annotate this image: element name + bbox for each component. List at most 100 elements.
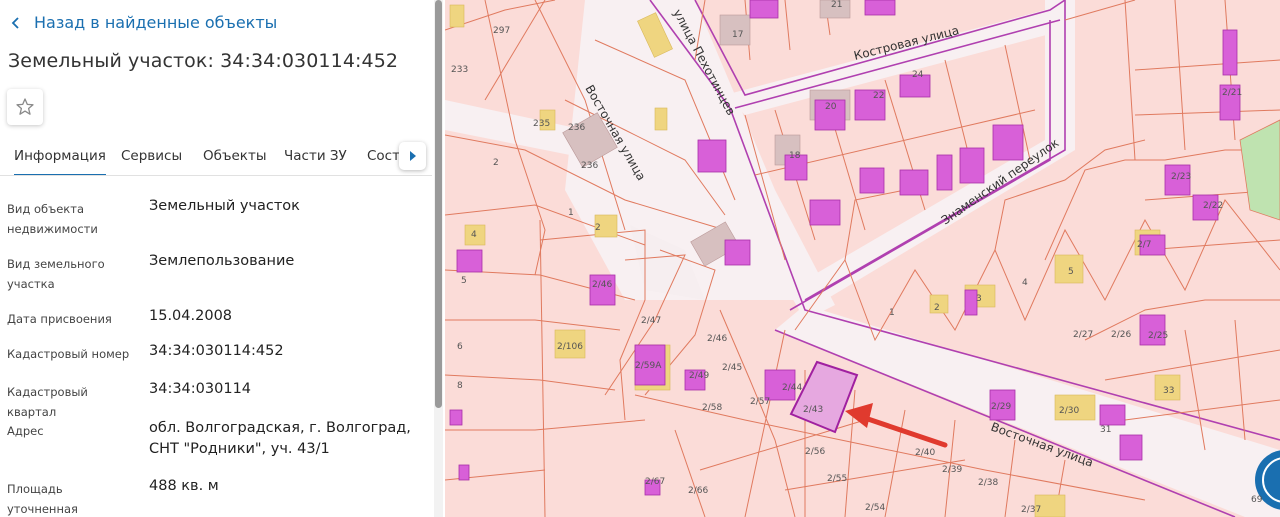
- property-row: Площадь уточненная 488 кв. м: [7, 478, 427, 516]
- tab-objects[interactable]: Объекты: [203, 148, 266, 164]
- parcel-label: 2/39: [942, 465, 962, 475]
- tabs-scroll-right-button[interactable]: [399, 142, 426, 170]
- parcel-label: 18: [789, 151, 801, 161]
- scrollbar-thumb[interactable]: [435, 0, 442, 408]
- parcel-label: 2: [493, 158, 499, 168]
- parcel-label: 2/57: [750, 397, 770, 407]
- parcel-boundary: [1174, 0, 1186, 151]
- page-title: Земельный участок: 34:34:030114:452: [8, 50, 399, 72]
- building: [1099, 404, 1126, 426]
- building: [864, 0, 896, 16]
- parcel-boundary: [1234, 319, 1246, 441]
- parcel-label: 2: [595, 223, 601, 233]
- parcel-label: 4: [1022, 278, 1028, 288]
- parcel-label: 2: [934, 303, 940, 313]
- parcel-label: 2/56: [805, 447, 825, 457]
- parcel-label: 17: [732, 30, 743, 40]
- parcel-label: 297: [493, 26, 510, 36]
- parcel-label: 2/55: [827, 474, 847, 484]
- parcel-boundary: [1134, 109, 1280, 116]
- property-value: 34:34:030114: [149, 381, 252, 397]
- parcel-boundary: [1134, 59, 1280, 71]
- building: [458, 464, 470, 481]
- building: [959, 147, 985, 184]
- parcel-label: 2/7: [1137, 240, 1151, 250]
- tab-info[interactable]: Информация: [14, 148, 106, 175]
- building: [456, 249, 483, 273]
- selected-parcel[interactable]: [789, 360, 859, 434]
- favorite-button[interactable]: [7, 89, 43, 125]
- parcel-label: 2/46: [707, 334, 727, 344]
- star-icon: [16, 98, 34, 115]
- parcel-boundary: [445, 319, 621, 331]
- property-label: Площадь уточненная: [7, 482, 78, 516]
- parcel-label: 2/37: [1021, 505, 1041, 515]
- cadastral-map[interactable]: Костровая улица улица Пехотинцев Восточн…: [445, 0, 1280, 517]
- parcel-label: 2/26: [1111, 330, 1131, 340]
- property-value: Земельный участок: [149, 198, 300, 214]
- parcel-label: 233: [451, 65, 468, 75]
- building: [859, 167, 885, 194]
- parcel-label: 2/25: [1148, 331, 1168, 341]
- property-value: 34:34:030114:452: [149, 343, 284, 359]
- parcel-boundary: [1004, 439, 1016, 517]
- tab-services[interactable]: Сервисы: [121, 148, 182, 164]
- parcel-label: 2/66: [688, 486, 708, 496]
- parcel-label: 2/54: [865, 503, 885, 513]
- green-area: [1239, 119, 1280, 221]
- parcel-boundary: [719, 309, 796, 517]
- parcel-label: 2/46: [592, 280, 612, 290]
- caret-right-icon: [409, 151, 416, 161]
- property-value: Землепользование: [149, 253, 295, 269]
- property-value: обл. Волгоградская, г. Волгоград, СНТ "Р…: [149, 420, 411, 457]
- back-link[interactable]: Назад в найденные объекты: [10, 13, 277, 32]
- parcel-label: 2/27: [1073, 330, 1093, 340]
- parcel-label: 236: [581, 161, 598, 171]
- parcel-label: 6: [457, 342, 463, 352]
- property-value: 488 кв. м: [149, 478, 219, 494]
- outbuilding: [654, 107, 668, 131]
- property-row: Кадастровый номер 34:34:030114:452: [7, 343, 427, 368]
- pointer-arrow: [845, 403, 948, 448]
- parcel-boundary: [445, 419, 646, 431]
- parcel-boundary: [445, 374, 616, 391]
- tab-bar: Информация Сервисы Объекты Части ЗУ Сост…: [0, 138, 432, 176]
- parcel-label: 2/40: [915, 448, 935, 458]
- parcel-label: 24: [912, 70, 924, 80]
- tab-parts[interactable]: Части ЗУ: [284, 148, 347, 164]
- building: [449, 409, 463, 426]
- road: [725, 10, 1065, 115]
- property-label: Кадастровый номер: [7, 347, 130, 361]
- property-label: Кадастровый квартал: [7, 385, 88, 419]
- outbuilding: [449, 4, 465, 28]
- parcel-label: 21: [831, 0, 842, 10]
- parcel-label: 3: [976, 294, 982, 304]
- parcel-label: 2/43: [803, 405, 823, 415]
- property-row: Вид объекта недвижимости Земельный участ…: [7, 198, 427, 243]
- parcel-label: 2/49: [689, 371, 709, 381]
- parcel-label: 5: [1068, 267, 1074, 277]
- property-row: Адрес обл. Волгоградская, г. Волгоград, …: [7, 420, 427, 465]
- building: [724, 239, 751, 266]
- building: [899, 169, 929, 196]
- parcel-boundary: [484, 0, 546, 101]
- parcel-label: 22: [873, 91, 884, 101]
- building: [1119, 434, 1143, 461]
- parcel-label: 31: [1100, 425, 1111, 435]
- boundary-line: [734, 19, 1061, 109]
- parcel-label: 4: [471, 230, 477, 240]
- property-label: Адрес: [7, 424, 44, 438]
- info-panel: Назад в найденные объекты Земельный учас…: [0, 0, 445, 517]
- parcel-boundary: [674, 429, 706, 517]
- parcel-label: 8: [457, 381, 463, 391]
- property-row: Кадастровый квартал 34:34:030114: [7, 381, 427, 419]
- parcel-label: 2/30: [1059, 406, 1079, 416]
- parcel-label: 2/23: [1171, 172, 1191, 182]
- property-label: Вид земельного участка: [7, 257, 105, 291]
- parcel-label: 1: [568, 208, 574, 218]
- parcel-label: 2/29: [991, 402, 1011, 412]
- parcel-boundary: [784, 0, 791, 51]
- parcel-label: 2/59А: [635, 361, 662, 371]
- panel-scrollbar[interactable]: [434, 0, 443, 517]
- property-value: 15.04.2008: [149, 308, 233, 324]
